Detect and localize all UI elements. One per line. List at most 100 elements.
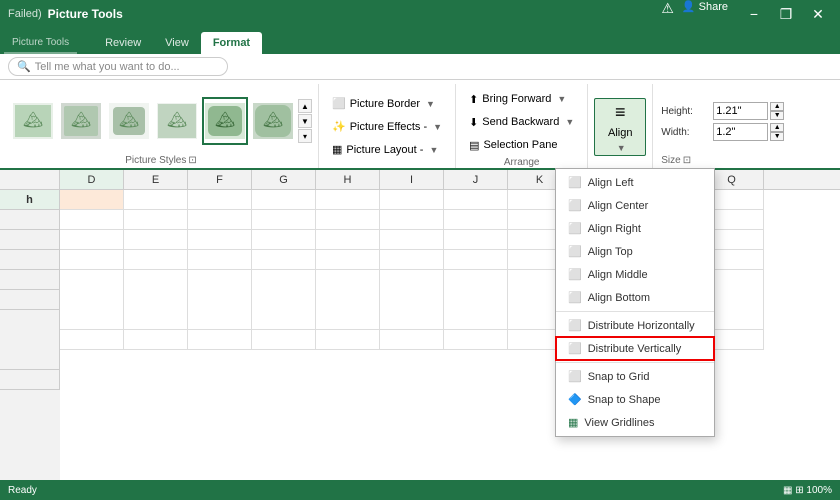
distribute-horizontally-item[interactable]: ⬜ Distribute Horizontally (556, 314, 714, 337)
align-bottom-item[interactable]: ⬜ Align Bottom (556, 286, 714, 309)
cell-d1[interactable] (60, 190, 124, 210)
row-header-selected[interactable]: h (0, 190, 60, 210)
height-input[interactable] (713, 102, 768, 120)
cell-f3[interactable] (188, 230, 252, 250)
bring-forward-button[interactable]: ⬆ Bring Forward ▼ (462, 88, 581, 110)
cell-d5[interactable] (60, 270, 124, 330)
cell-f1[interactable] (188, 190, 252, 210)
picture-effects-button[interactable]: ✨ Picture Effects - ▼ (325, 116, 449, 138)
col-header-e[interactable]: E (124, 170, 188, 189)
cell-h3[interactable] (316, 230, 380, 250)
cell-e2[interactable] (124, 210, 188, 230)
cell-i2[interactable] (380, 210, 444, 230)
picture-border-button[interactable]: ⬜ Picture Border ▼ (325, 93, 449, 115)
scroll-down-button[interactable]: ▼ (298, 114, 312, 128)
cell-d3[interactable] (60, 230, 124, 250)
cell-i3[interactable] (380, 230, 444, 250)
height-down-button[interactable]: ▼ (770, 111, 784, 120)
tab-view[interactable]: View (153, 32, 201, 54)
row-header-5[interactable] (0, 270, 60, 290)
col-header-g[interactable]: G (252, 170, 316, 189)
cell-f6[interactable] (188, 330, 252, 350)
scroll-more-button[interactable]: ▾ (298, 129, 312, 143)
cell-f2[interactable] (188, 210, 252, 230)
width-up-button[interactable]: ▲ (770, 123, 784, 132)
col-header-h[interactable]: H (316, 170, 380, 189)
col-header-i[interactable]: I (380, 170, 444, 189)
view-gridlines-item[interactable]: ▦ View Gridlines (556, 411, 714, 434)
width-down-button[interactable]: ▼ (770, 132, 784, 141)
tab-format[interactable]: Format (201, 32, 262, 54)
tab-review[interactable]: Review (93, 32, 153, 54)
align-left-item[interactable]: ⬜ Align Left (556, 171, 714, 194)
cell-g4[interactable] (252, 250, 316, 270)
picture-style-thumb-3[interactable]: 🏔 (106, 97, 152, 145)
row-header-3[interactable] (0, 230, 60, 250)
row-header-4[interactable] (0, 250, 60, 270)
tell-me-input[interactable]: 🔍 Tell me what you want to do... (8, 57, 228, 76)
cell-h1[interactable] (316, 190, 380, 210)
cell-g2[interactable] (252, 210, 316, 230)
picture-style-thumb-2[interactable]: 🏔 (58, 97, 104, 145)
cell-e5[interactable] (124, 270, 188, 330)
cell-i6[interactable] (380, 330, 444, 350)
restore-button[interactable]: ❐ (772, 0, 800, 28)
align-center-item[interactable]: ⬜ Align Center (556, 194, 714, 217)
cell-f4[interactable] (188, 250, 252, 270)
align-button[interactable]: ≡ Align ▼ (594, 98, 646, 156)
scroll-up-button[interactable]: ▲ (298, 99, 312, 113)
picture-style-thumb-5[interactable]: 🏔 (202, 97, 248, 145)
picture-styles-expand-icon[interactable]: ⊡ (188, 155, 196, 166)
row-header-2[interactable] (0, 210, 60, 230)
cell-j2[interactable] (444, 210, 508, 230)
picture-layout-button[interactable]: ▦ Picture Layout - ▼ (325, 139, 449, 161)
col-header-f[interactable]: F (188, 170, 252, 189)
row-header-6[interactable] (0, 290, 60, 310)
snap-to-shape-item[interactable]: 🔷 Snap to Shape (556, 388, 714, 411)
cell-h6[interactable] (316, 330, 380, 350)
cell-g6[interactable] (252, 330, 316, 350)
cell-i1[interactable] (380, 190, 444, 210)
picture-style-thumb-6[interactable]: 🏔 (250, 97, 296, 145)
col-header-d[interactable]: D (60, 170, 124, 189)
size-expand-icon[interactable]: ⊡ (683, 155, 691, 166)
cell-j6[interactable] (444, 330, 508, 350)
cell-f5[interactable] (188, 270, 252, 330)
cell-j4[interactable] (444, 250, 508, 270)
cell-h2[interactable] (316, 210, 380, 230)
cell-h5[interactable] (316, 270, 380, 330)
picture-style-thumb-1[interactable]: 🏔 (10, 97, 56, 145)
minimize-button[interactable]: − (740, 0, 768, 28)
cell-e3[interactable] (124, 230, 188, 250)
row-header-8[interactable] (0, 370, 60, 390)
picture-style-thumb-4[interactable]: 🏔 (154, 97, 200, 145)
cell-d2[interactable] (60, 210, 124, 230)
selection-pane-button[interactable]: ▤ Selection Pane (462, 134, 581, 156)
cell-j1[interactable] (444, 190, 508, 210)
snap-to-grid-item[interactable]: ⬜ Snap to Grid (556, 365, 714, 388)
cell-g5[interactable] (252, 270, 316, 330)
col-header-j[interactable]: J (444, 170, 508, 189)
send-backward-button[interactable]: ⬇ Send Backward ▼ (462, 111, 581, 133)
row-header-7[interactable] (0, 310, 60, 370)
cell-d6[interactable] (60, 330, 124, 350)
align-top-item[interactable]: ⬜ Align Top (556, 240, 714, 263)
cell-e4[interactable] (124, 250, 188, 270)
height-up-button[interactable]: ▲ (770, 102, 784, 111)
cell-j5[interactable] (444, 270, 508, 330)
cell-j3[interactable] (444, 230, 508, 250)
cell-g1[interactable] (252, 190, 316, 210)
align-middle-item[interactable]: ⬜ Align Middle (556, 263, 714, 286)
align-right-item[interactable]: ⬜ Align Right (556, 217, 714, 240)
width-input[interactable] (713, 123, 768, 141)
cell-g3[interactable] (252, 230, 316, 250)
cell-h4[interactable] (316, 250, 380, 270)
close-button[interactable]: ✕ (804, 0, 832, 28)
cell-d4[interactable] (60, 250, 124, 270)
cell-e1[interactable] (124, 190, 188, 210)
distribute-vertically-item[interactable]: ⬜ Distribute Vertically (556, 337, 714, 360)
cell-e6[interactable] (124, 330, 188, 350)
cell-i4[interactable] (380, 250, 444, 270)
share-button[interactable]: 👤 Share (682, 0, 728, 28)
cell-i5[interactable] (380, 270, 444, 330)
